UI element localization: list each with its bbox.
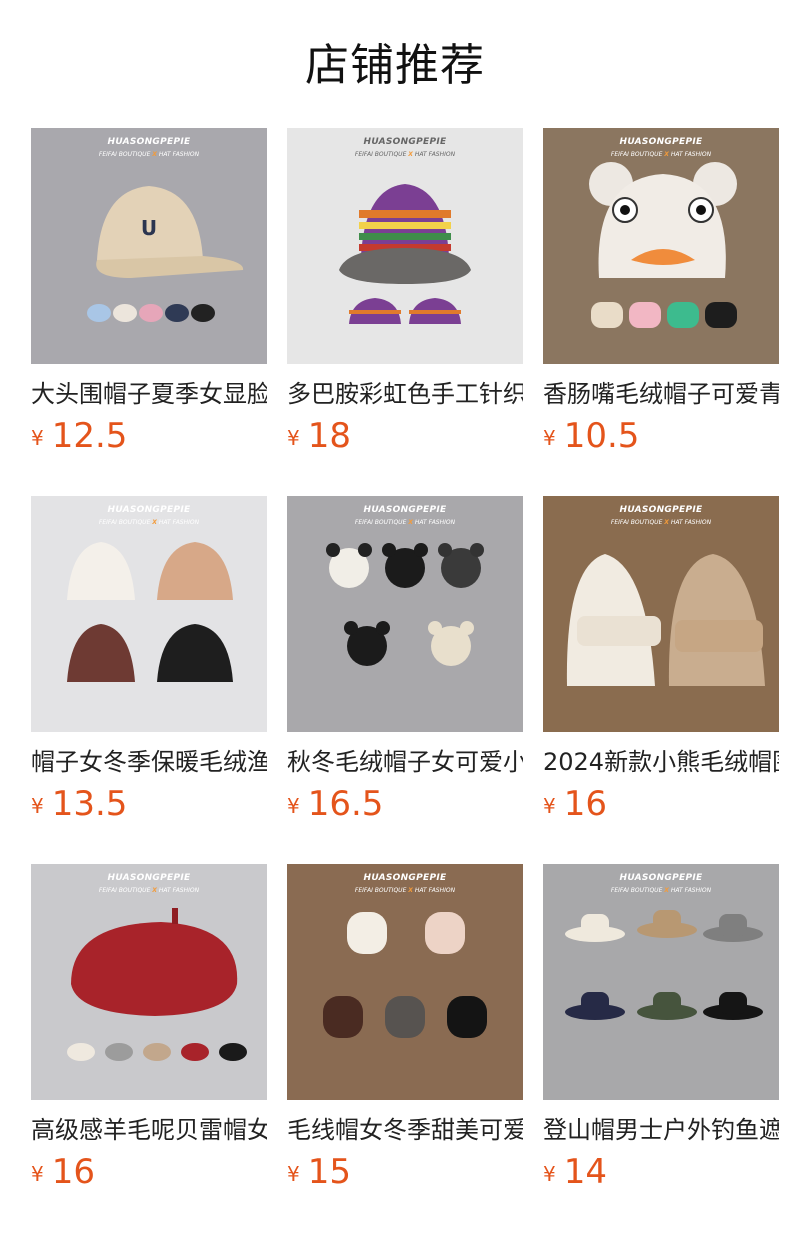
brand-text: HUASONGPEPIE: [363, 137, 447, 147]
price-amount: 13.5: [51, 784, 128, 824]
product-card[interactable]: U HUASONGPEPIE FEIFAI BOUTIQUE X HAT FAS…: [31, 128, 267, 496]
currency-symbol: ¥: [31, 1162, 44, 1186]
product-price: ¥12.5: [31, 416, 127, 456]
product-name[interactable]: 多巴胺彩虹色手工针织渔夫帽: [287, 378, 523, 410]
product-image[interactable]: U HUASONGPEPIE FEIFAI BOUTIQUE X HAT FAS…: [31, 128, 267, 364]
brand-text: HUASONGPEPIE: [363, 873, 447, 883]
product-card[interactable]: HUASONGPEPIE FEIFAI BOUTIQUE X HAT FASHI…: [31, 496, 267, 864]
product-image[interactable]: HUASONGPEPIE FEIFAI BOUTIQUE X HAT FASHI…: [31, 496, 267, 732]
price-amount: 16: [563, 784, 607, 824]
product-image[interactable]: HUASONGPEPIE FEIFAI BOUTIQUE X HAT FASHI…: [31, 864, 267, 1100]
image-background: [543, 864, 779, 1100]
subbrand-text: FEIFAI BOUTIQUE X HAT FASHION: [98, 887, 200, 894]
product-name[interactable]: 毛线帽女冬季甜美可爱熊耳朵: [287, 1114, 523, 1146]
price-amount: 15: [307, 1152, 351, 1192]
product-price: ¥15: [287, 1152, 351, 1192]
currency-symbol: ¥: [287, 426, 300, 450]
product-name[interactable]: 高级感羊毛呢贝雷帽女: [31, 1114, 267, 1146]
product-price: ¥10.5: [543, 416, 639, 456]
product-image[interactable]: HUASONGPEPIE FEIFAI BOUTIQUE X HAT FASHI…: [543, 864, 779, 1100]
subbrand-text: FEIFAI BOUTIQUE X HAT FASHION: [98, 519, 200, 526]
product-card[interactable]: HUASONGPEPIE FEIFAI BOUTIQUE X HAT FASHI…: [287, 496, 523, 864]
currency-symbol: ¥: [31, 426, 44, 450]
product-card[interactable]: HUASONGPEPIE FEIFAI BOUTIQUE X HAT FASHI…: [543, 128, 779, 496]
product-image[interactable]: HUASONGPEPIE FEIFAI BOUTIQUE X HAT FASHI…: [287, 864, 523, 1100]
currency-symbol: ¥: [543, 794, 556, 818]
product-price: ¥18: [287, 416, 351, 456]
product-name[interactable]: 登山帽男士户外钓鱼遮阳帽: [543, 1114, 779, 1146]
subbrand-text: FEIFAI BOUTIQUE X HAT FASHION: [98, 151, 200, 158]
product-price: ¥16.5: [287, 784, 383, 824]
brand-text: HUASONGPEPIE: [107, 505, 191, 515]
product-price: ¥13.5: [31, 784, 127, 824]
brand-text: HUASONGPEPIE: [619, 505, 703, 515]
product-image[interactable]: HUASONGPEPIE FEIFAI BOUTIQUE X HAT FASHI…: [543, 496, 779, 732]
svg-text:U: U: [141, 216, 157, 240]
brand-text: HUASONGPEPIE: [619, 873, 703, 883]
page-title: 店铺推荐: [305, 40, 485, 91]
product-card[interactable]: HUASONGPEPIE FEIFAI BOUTIQUE X HAT FASHI…: [287, 128, 523, 496]
product-card[interactable]: HUASONGPEPIE FEIFAI BOUTIQUE X HAT FASHI…: [31, 864, 267, 1232]
product-name[interactable]: 2024新款小熊毛绒帽围巾一体: [543, 746, 779, 778]
currency-symbol: ¥: [543, 426, 556, 450]
price-amount: 18: [307, 416, 351, 456]
price-amount: 10.5: [563, 416, 640, 456]
product-price: ¥16: [543, 784, 607, 824]
product-price: ¥14: [543, 1152, 607, 1192]
subbrand-text: FEIFAI BOUTIQUE X HAT FASHION: [354, 887, 456, 894]
price-amount: 14: [563, 1152, 607, 1192]
currency-symbol: ¥: [287, 794, 300, 818]
price-amount: 16: [51, 1152, 95, 1192]
product-name[interactable]: 香肠嘴毛绒帽子可爱青蛙: [543, 378, 779, 410]
price-amount: 12.5: [51, 416, 128, 456]
brand-text: HUASONGPEPIE: [107, 137, 191, 147]
product-card[interactable]: HUASONGPEPIE FEIFAI BOUTIQUE X HAT FASHI…: [287, 864, 523, 1232]
product-image[interactable]: HUASONGPEPIE FEIFAI BOUTIQUE X HAT FASHI…: [287, 128, 523, 364]
subbrand-text: FEIFAI BOUTIQUE X HAT FASHION: [354, 519, 456, 526]
subbrand-text: FEIFAI BOUTIQUE X HAT FASHION: [354, 151, 456, 158]
image-background: [287, 864, 523, 1100]
subbrand-text: FEIFAI BOUTIQUE X HAT FASHION: [610, 519, 712, 526]
currency-symbol: ¥: [287, 1162, 300, 1186]
image-background: [31, 496, 267, 732]
image-background: [287, 496, 523, 732]
price-amount: 16.5: [307, 784, 384, 824]
product-name[interactable]: 大头围帽子夏季女显脸小棒球帽: [31, 378, 267, 410]
currency-symbol: ¥: [31, 794, 44, 818]
product-card[interactable]: HUASONGPEPIE FEIFAI BOUTIQUE X HAT FASHI…: [543, 864, 779, 1232]
brand-text: HUASONGPEPIE: [363, 505, 447, 515]
product-image[interactable]: HUASONGPEPIE FEIFAI BOUTIQUE X HAT FASHI…: [287, 496, 523, 732]
product-card[interactable]: HUASONGPEPIE FEIFAI BOUTIQUE X HAT FASHI…: [543, 496, 779, 864]
brand-text: HUASONGPEPIE: [107, 873, 191, 883]
subbrand-text: FEIFAI BOUTIQUE X HAT FASHION: [610, 151, 712, 158]
currency-symbol: ¥: [543, 1162, 556, 1186]
product-grid: U HUASONGPEPIE FEIFAI BOUTIQUE X HAT FAS…: [31, 128, 790, 1232]
product-name[interactable]: 秋冬毛绒帽子女可爱小熊护耳: [287, 746, 523, 778]
brand-text: HUASONGPEPIE: [619, 137, 703, 147]
product-price: ¥16: [31, 1152, 95, 1192]
product-name[interactable]: 帽子女冬季保暖毛绒渔夫帽: [31, 746, 267, 778]
subbrand-text: FEIFAI BOUTIQUE X HAT FASHION: [610, 887, 712, 894]
product-image[interactable]: HUASONGPEPIE FEIFAI BOUTIQUE X HAT FASHI…: [543, 128, 779, 364]
